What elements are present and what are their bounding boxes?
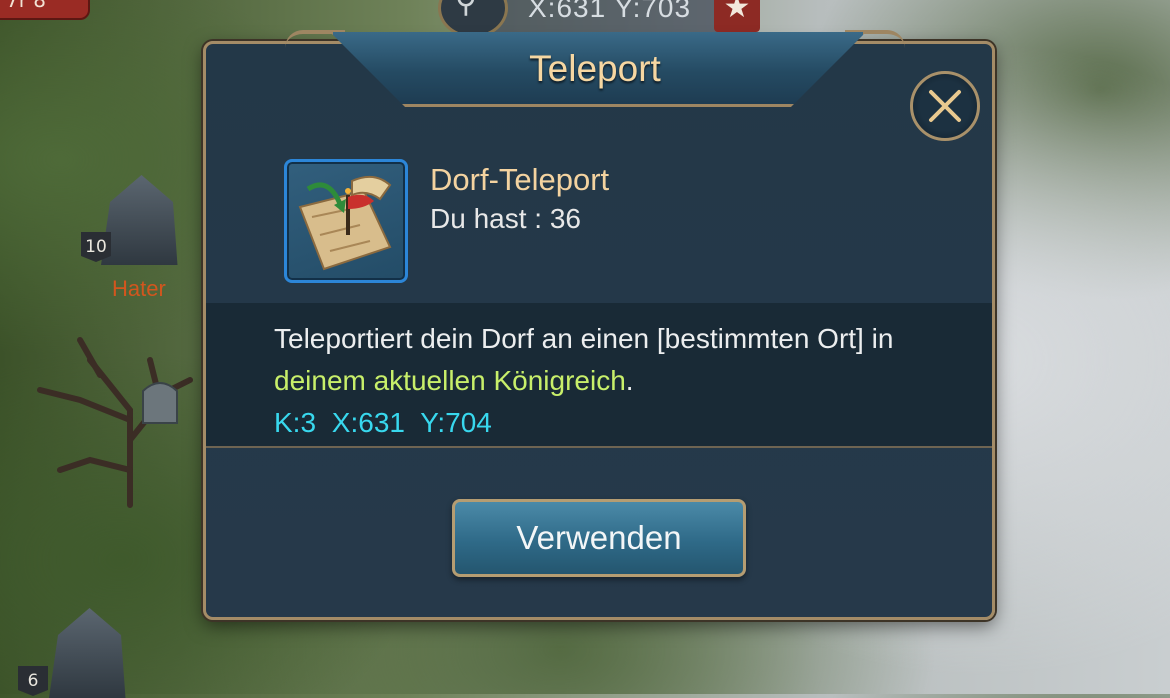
corner-tag-label: 7r 8 xyxy=(6,0,47,12)
item-name: Dorf-Teleport xyxy=(430,162,610,197)
building-owner-name[interactable]: Hater xyxy=(112,276,166,302)
description-text-1: Teleportiert dein Dorf an einen [bestimm… xyxy=(274,323,894,354)
building-level-badge: 10 xyxy=(81,232,111,262)
target-coordinates: K:3 X:631 Y:704 xyxy=(274,407,492,438)
magnifier-icon: ⚲ xyxy=(455,0,477,20)
close-x-icon xyxy=(929,90,961,122)
close-button[interactable] xyxy=(910,71,980,141)
star-icon[interactable]: ★ xyxy=(714,0,760,32)
map-corner-tag[interactable]: 7r 8 xyxy=(0,0,90,20)
description-text-2: . xyxy=(625,365,634,396)
map-building[interactable] xyxy=(49,608,126,698)
dialog-title: Teleport xyxy=(529,48,661,89)
item-icon-frame xyxy=(284,159,408,283)
scroll-map-flag-icon xyxy=(298,175,392,271)
gravestone-icon xyxy=(142,382,178,424)
building-level-badge: 6 xyxy=(18,666,48,696)
use-button[interactable]: Verwenden xyxy=(452,499,746,577)
description-highlight: deinem aktuellen Königreich xyxy=(274,365,626,396)
map-coordinates: X:631 Y:703 xyxy=(528,0,692,23)
item-description: Teleportiert dein Dorf an einen [bestimm… xyxy=(274,318,924,444)
item-count: Du hast : 36 xyxy=(430,203,581,234)
